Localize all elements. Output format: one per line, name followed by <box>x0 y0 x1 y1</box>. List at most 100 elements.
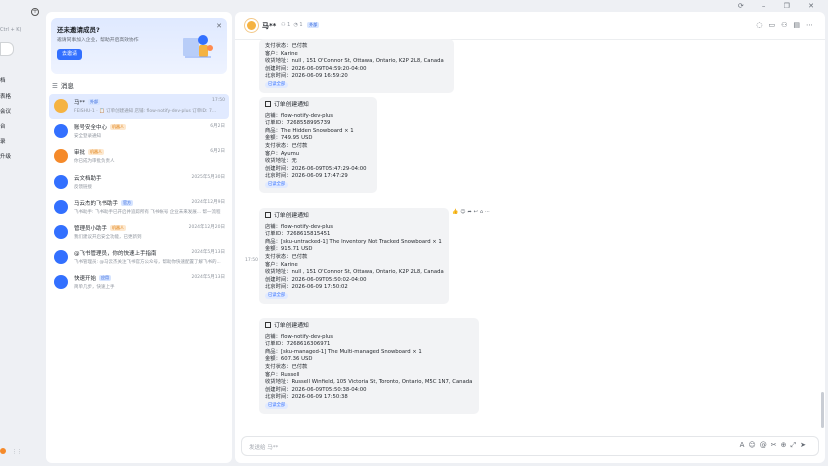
message-bubble[interactable]: 支付状态：已付款 客户：Karine 收货地址：null , 151 O'Conno… <box>259 39 454 93</box>
left-nav-strip: + Ctrl + K) 档 表格 会议 台 录 升级 ⋮⋮ <box>0 0 44 466</box>
search-shortcut-hint: Ctrl + K) <box>0 27 22 33</box>
bubble-title: 订单创建通知 <box>265 322 473 331</box>
messages-title: 消息 <box>60 82 74 90</box>
chat-preview: FEISHU-1 · 📋 订单创建通知 店铺: flow-notify-dev-… <box>74 109 217 114</box>
bubble-line: 北京时间：2026-06-09 17:47:29 <box>265 173 348 180</box>
message-hover-toolbar[interactable]: 👍☺➦↩⌂⋯ <box>452 209 493 215</box>
bubble-line: 支付状态：已付款 <box>265 43 308 49</box>
bubble-line: 金额：749.95 USD <box>265 135 313 142</box>
nav-item-meetings[interactable]: 会议 <box>0 107 11 115</box>
read-status-badge[interactable]: 已读全部 <box>265 402 289 409</box>
more-icon[interactable]: ⋯ <box>485 209 492 215</box>
chat-list-item[interactable]: @飞书管理员，你的快速上手指南飞书管理员: @马云杰关注飞书官方公众号，帮助你快… <box>49 245 229 270</box>
chat-tag: 机器人 <box>110 225 127 231</box>
read-status-badge[interactable]: 已读全部 <box>265 81 289 88</box>
bubble-line: 金额：607.36 USD <box>265 356 313 363</box>
bubble-line: 收货地址：null , 151 O'Connor St, Ottawa, Ont… <box>265 58 444 65</box>
chat-name: 快速开始 应用 <box>74 275 112 283</box>
bubble-line: 北京时间：2026-06-09 17:50:02 <box>265 284 348 291</box>
bubble-line: 支付状态：已付款 <box>265 253 308 260</box>
chat-name: 账号安全中心 机器人 <box>74 124 127 132</box>
chat-list-item[interactable]: 管理员小助手 机器人我们建议开启安全功能，已更新到 2024年12月20日 <box>49 220 229 245</box>
chat-list-item[interactable]: 账号安全中心 机器人 安全登录通知 6月2日 <box>49 119 229 144</box>
chat-list-item[interactable]: 审批 机器人 你已成为审批负责人 6月2日 <box>49 144 229 169</box>
contact-avatar[interactable] <box>244 18 259 33</box>
person-icon: ⚇ <box>281 22 286 28</box>
bubble-line: 支付状态：已付款 <box>265 142 308 149</box>
bubble-line: 北京时间：2026-06-09 17:50:38 <box>265 394 348 401</box>
chat-list-item[interactable]: 马云杰的飞书助手 官方 飞书助手: 飞书助手已开启并追踪所有 飞书帐号 企业未来发展… <box>49 195 229 220</box>
bubble-line: 收货地址：Russell Winfield, 105 Victoria St, … <box>265 379 473 386</box>
chat-list-item[interactable]: 马** 外部 FEISHU-1 · 📋 订单创建通知 店铺: flow-notify… <box>49 94 229 119</box>
message-bubble[interactable]: 订单创建通知 店铺：flow-notify-dev-plus 订单ID：726861… <box>259 208 449 304</box>
video-call-icon[interactable]: ▭ <box>768 21 781 29</box>
message-bubble[interactable]: 订单创建通知 店铺：flow-notify-dev-plus 订单ID：726855… <box>259 97 377 193</box>
window-controls[interactable]: ⟳ – ❐ ✕ <box>738 2 822 10</box>
message-bubble[interactable]: 订单创建通知 店铺：flow-notify-dev-plus 订单ID：726861… <box>259 318 479 414</box>
chat-avatar <box>54 225 68 239</box>
conversation-toolbar[interactable]: ◌▭⚇▤⋯ <box>756 21 819 29</box>
nav-item-records[interactable]: 录 <box>0 137 6 145</box>
external-tag: 外部 <box>307 22 320 28</box>
chat-tag: 机器人 <box>110 124 127 131</box>
add-member-icon[interactable]: ⚇ <box>781 21 793 29</box>
chat-time: 2024年5月13日 <box>191 250 225 256</box>
chat-avatar <box>54 250 68 265</box>
chat-avatar <box>54 174 68 189</box>
chat-tag: 应用 <box>99 275 112 282</box>
chat-time: 6月2日 <box>210 124 225 130</box>
read-status-badge[interactable]: 已读全部 <box>265 292 289 299</box>
read-status-badge[interactable]: 已读全部 <box>265 181 289 188</box>
bubble-line: 北京时间：2026-06-09 16:59:20 <box>265 73 348 80</box>
bubble-line: 订单ID：7268558995739 <box>265 120 331 127</box>
chat-preview: 你已成为审批负责人 <box>74 159 115 165</box>
document-icon <box>265 101 271 107</box>
invite-illustration-icon <box>183 35 213 58</box>
user-avatar[interactable] <box>0 448 6 454</box>
search-input[interactable] <box>0 42 14 56</box>
conversation-name[interactable]: 马** <box>262 21 276 31</box>
chat-avatar <box>54 149 68 164</box>
docs-icon[interactable]: ▤ <box>793 21 806 29</box>
close-icon[interactable]: ✕ <box>216 22 222 30</box>
scissors-icon[interactable]: ✂ <box>771 441 781 449</box>
chat-name: @飞书管理员，你的快速上手指南 <box>74 251 157 258</box>
bubble-title: 订单创建通知 <box>265 212 443 221</box>
invite-banner: 还未邀请成员? 邀请同事加入企业，帮助开启高效协作 去邀请 ✕ <box>51 18 227 74</box>
invite-desc: 邀请同事加入企业，帮助开启高效协作 <box>57 38 139 43</box>
chat-icon[interactable]: ◌ <box>756 21 768 29</box>
bubble-line: 订单ID：7268616306971 <box>265 341 331 348</box>
member-count: 1 <box>287 22 291 28</box>
chat-time: 2024年12月20日 <box>188 225 225 230</box>
scrollbar[interactable] <box>821 392 824 428</box>
invite-title: 还未邀请成员? <box>57 26 100 34</box>
apps-grid-icon[interactable]: ⋮⋮ <box>12 449 22 455</box>
add-icon[interactable]: ⊕ <box>781 441 791 449</box>
nav-item-docs[interactable]: 档 <box>0 76 6 84</box>
invite-button[interactable]: 去邀请 <box>57 49 83 60</box>
send-icon[interactable]: ➤ <box>800 441 810 449</box>
expand-icon[interactable]: ⤢ <box>791 441 801 449</box>
input-toolbar[interactable]: A☺@✂⊕⤢➤ <box>740 441 810 450</box>
chat-avatar <box>54 124 68 139</box>
chat-avatar <box>54 99 68 113</box>
chat-preview: 飞书管理员: @马云杰关注飞书官方公众号，帮助你快速配置了解飞书的... <box>74 260 221 266</box>
more-icon[interactable]: ⋯ <box>806 21 819 29</box>
chat-time: 6月2日 <box>210 149 225 155</box>
new-plus-icon[interactable]: + <box>31 8 39 16</box>
chat-preview: 我们建议开启安全功能，已更新到 <box>74 235 142 240</box>
bubble-line: 订单ID：7268615815451 <box>265 231 331 238</box>
mention-icon[interactable]: @ <box>760 441 771 449</box>
nav-item-sheets[interactable]: 表格 <box>0 92 11 100</box>
thumbs-up-icon[interactable]: 👍 <box>452 209 460 215</box>
chat-preview: 安全登录通知 <box>74 134 101 140</box>
message-input[interactable]: 发送给 马** A☺@✂⊕⤢➤ <box>241 436 819 456</box>
document-icon <box>265 212 271 218</box>
chat-avatar <box>54 199 68 214</box>
chat-list-item[interactable]: 快速开始 应用 简单几步，快速上手 2024年5月13日 <box>49 270 229 295</box>
nav-item-upgrade[interactable]: 升级 <box>0 152 11 160</box>
nav-item-workbench[interactable]: 台 <box>0 122 6 130</box>
emoji-icon[interactable]: ☺ <box>748 441 759 449</box>
chat-list-item[interactable]: 云文档助手 反馈链接 2025年5月30日 <box>49 170 229 195</box>
chat-name: 管理员小助手 机器人 <box>74 225 127 232</box>
